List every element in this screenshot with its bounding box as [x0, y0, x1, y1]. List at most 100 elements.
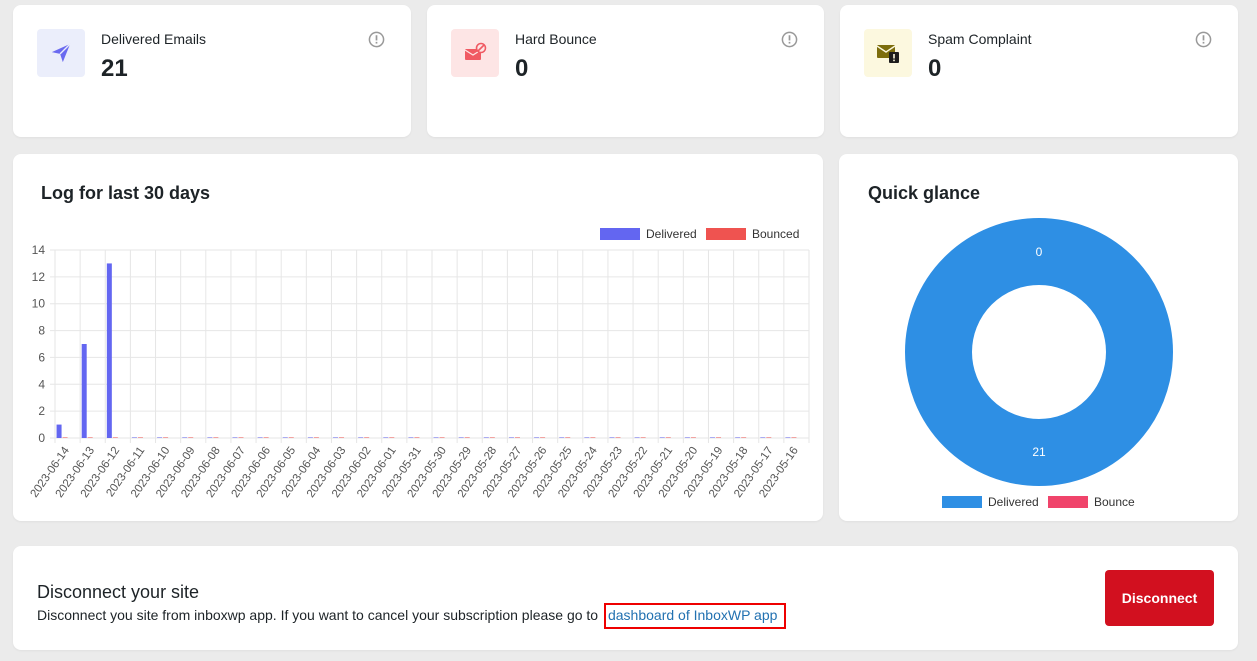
bar-delivered[interactable] — [333, 437, 339, 438]
bar-delivered[interactable] — [458, 437, 464, 438]
y-tick-label: 6 — [38, 350, 45, 364]
y-tick-label: 8 — [38, 324, 45, 338]
stat-card-spam-complaint: Spam Complaint 0 — [840, 5, 1238, 137]
bar-delivered[interactable] — [760, 437, 766, 438]
bar-bounced[interactable] — [137, 437, 143, 438]
info-icon[interactable] — [1195, 31, 1212, 48]
mail-blocked-icon — [451, 29, 499, 77]
bar-bounced[interactable] — [163, 437, 169, 438]
bar-delivered[interactable] — [609, 437, 615, 438]
bar-bounced[interactable] — [439, 437, 445, 438]
bar-bounced[interactable] — [565, 437, 571, 438]
stat-label: Hard Bounce — [515, 31, 597, 47]
bar-delivered[interactable] — [559, 437, 565, 438]
quick-glance-card: Quick glance 0 21 Delivered Bounce — [839, 154, 1238, 521]
bar-bounced[interactable] — [514, 437, 520, 438]
bar-delivered[interactable] — [735, 437, 741, 438]
bar-delivered[interactable] — [81, 344, 87, 438]
info-icon[interactable] — [781, 31, 798, 48]
bar-bounced[interactable] — [615, 437, 621, 438]
disconnect-button[interactable]: Disconnect — [1105, 570, 1214, 626]
bar-bounced[interactable] — [690, 437, 696, 438]
mail-warning-icon — [864, 29, 912, 77]
bar-bounced[interactable] — [62, 437, 68, 438]
y-tick-label: 0 — [38, 431, 45, 445]
bar-delivered[interactable] — [785, 437, 791, 438]
bar-bounced[interactable] — [339, 437, 345, 438]
stat-card-delivered: Delivered Emails 21 — [13, 5, 411, 137]
bar-bounced[interactable] — [188, 437, 194, 438]
bar-bounced[interactable] — [263, 437, 269, 438]
stat-label: Spam Complaint — [928, 31, 1032, 47]
stat-value: 21 — [101, 55, 128, 82]
y-tick-label: 12 — [32, 270, 46, 284]
info-icon[interactable] — [368, 31, 385, 48]
bar-delivered[interactable] — [131, 437, 137, 438]
legend-swatch-delivered — [942, 496, 982, 508]
bar-delivered[interactable] — [659, 437, 665, 438]
donut-slice-delivered[interactable] — [905, 218, 1173, 486]
bar-bounced[interactable] — [112, 437, 118, 438]
paper-plane-icon — [37, 29, 85, 77]
stat-card-hard-bounce: Hard Bounce 0 — [427, 5, 824, 137]
stat-label: Delivered Emails — [101, 31, 207, 47]
bar-delivered[interactable] — [282, 437, 288, 438]
bar-delivered[interactable] — [157, 437, 163, 438]
bar-delivered[interactable] — [634, 437, 640, 438]
bar-bounced[interactable] — [414, 437, 420, 438]
log-chart-card: Log for last 30 days 0 2 4 6 8 10 12 14 2023-06-… — [13, 154, 823, 521]
donut-label-delivered: 21 — [1032, 445, 1046, 459]
disconnect-text: Disconnect you site from inboxwp app. If… — [37, 607, 599, 623]
bar-bounced[interactable] — [791, 437, 797, 438]
bar-delivered[interactable] — [584, 437, 590, 438]
bar-bounced[interactable] — [766, 437, 772, 438]
log-bar-chart: 024681012142023-06-142023-06-132023-06-1… — [28, 227, 810, 500]
y-tick-label: 2 — [38, 404, 45, 418]
bar-bounced[interactable] — [464, 437, 470, 438]
bar-delivered[interactable] — [710, 437, 716, 438]
bar-bounced[interactable] — [238, 437, 244, 438]
legend-swatch-bounce — [1048, 496, 1088, 508]
bar-delivered[interactable] — [307, 437, 313, 438]
bar-bounced[interactable] — [741, 437, 747, 438]
bar-delivered[interactable] — [408, 437, 414, 438]
bar-delivered[interactable] — [483, 437, 489, 438]
disconnect-description: Disconnect you site from inboxwp app. If… — [37, 603, 787, 629]
y-tick-label: 14 — [32, 243, 46, 257]
bar-bounced[interactable] — [213, 437, 219, 438]
bar-bounced[interactable] — [665, 437, 671, 438]
bar-delivered[interactable] — [207, 437, 213, 438]
bar-bounced[interactable] — [364, 437, 370, 438]
bar-delivered[interactable] — [383, 437, 389, 438]
bar-delivered[interactable] — [182, 437, 188, 438]
bar-delivered[interactable] — [56, 424, 62, 438]
bar-delivered[interactable] — [358, 437, 364, 438]
bar-delivered[interactable] — [106, 263, 112, 438]
bar-delivered[interactable] — [684, 437, 690, 438]
bar-bounced[interactable] — [590, 437, 596, 438]
legend-label-bounce[interactable]: Bounce — [1094, 495, 1135, 509]
bar-bounced[interactable] — [389, 437, 395, 438]
bar-bounced[interactable] — [87, 437, 93, 438]
bar-bounced[interactable] — [489, 437, 495, 438]
legend-label-delivered[interactable]: Delivered — [646, 227, 697, 241]
bar-bounced[interactable] — [540, 437, 546, 438]
legend-swatch-bounced — [706, 228, 746, 240]
bar-bounced[interactable] — [716, 437, 722, 438]
bar-delivered[interactable] — [433, 437, 439, 438]
bar-delivered[interactable] — [508, 437, 514, 438]
bar-delivered[interactable] — [257, 437, 263, 438]
legend-label-bounced[interactable]: Bounced — [752, 227, 799, 241]
inboxwp-dashboard-link[interactable]: dashboard of InboxWP app — [603, 603, 787, 629]
quick-glance-donut-chart: 0 21 Delivered Bounce — [905, 218, 1173, 509]
bar-delivered[interactable] — [534, 437, 540, 438]
bar-bounced[interactable] — [313, 437, 319, 438]
bar-bounced[interactable] — [640, 437, 646, 438]
legend-label-delivered[interactable]: Delivered — [988, 495, 1039, 509]
legend-swatch-delivered — [600, 228, 640, 240]
disconnect-card: Disconnect your site Disconnect you site… — [13, 546, 1238, 650]
stat-value: 0 — [928, 55, 942, 82]
bar-delivered[interactable] — [232, 437, 238, 438]
bar-bounced[interactable] — [288, 437, 294, 438]
y-tick-label: 10 — [32, 297, 46, 311]
